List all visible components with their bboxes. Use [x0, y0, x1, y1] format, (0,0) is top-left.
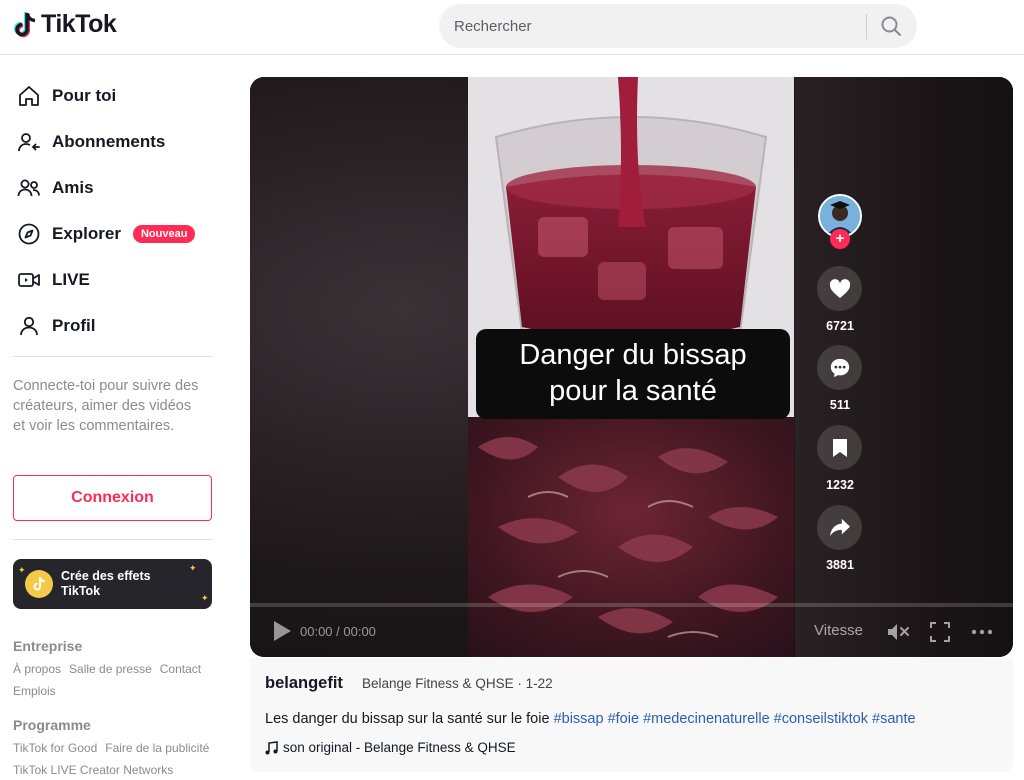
footer-link[interactable]: Salle de presse	[69, 658, 152, 680]
share-icon	[829, 518, 850, 536]
profile-icon	[16, 313, 42, 339]
search-icon	[881, 16, 901, 36]
compass-icon	[16, 221, 42, 247]
share-count: 3881	[826, 558, 854, 572]
footer-links-programme: TikTok for Good Faire de la publicité Ti…	[13, 737, 218, 780]
time-display: 00:00 / 00:00	[300, 624, 376, 639]
footer-link[interactable]: Faire de la publicité	[105, 737, 209, 759]
home-icon	[16, 83, 42, 109]
sidebar-divider	[13, 539, 212, 540]
fullscreen-button[interactable]	[930, 622, 950, 647]
footer-link[interactable]: À propos	[13, 658, 61, 680]
comment-button[interactable]	[817, 345, 862, 390]
sound-title: son original - Belange Fitness & QHSE	[283, 740, 516, 755]
sparkle-icon: ✦	[189, 563, 197, 573]
fullscreen-icon	[930, 622, 950, 642]
hashtag-link[interactable]: #foie	[608, 711, 639, 727]
sidebar-item-abonnements[interactable]: Abonnements	[10, 123, 215, 161]
footer-link[interactable]: TikTok for Good	[13, 737, 97, 759]
bookmark-icon	[832, 438, 847, 457]
author-nickname-date: Belange Fitness & QHSE · 1-22	[362, 676, 553, 691]
progress-bar[interactable]	[250, 603, 1013, 607]
sidebar-item-label: LIVE	[52, 270, 90, 289]
sidebar-item-label: Explorer	[52, 224, 121, 243]
hashtag-link[interactable]: #medecinenaturelle	[643, 711, 770, 727]
more-options-button[interactable]	[971, 622, 993, 647]
sidebar-item-profil[interactable]: Profil	[10, 307, 215, 345]
bookmark-button[interactable]	[817, 425, 862, 470]
description-text: Les danger du bissap sur la santé sur le…	[265, 711, 554, 727]
following-icon	[16, 129, 42, 155]
hashtag-link[interactable]: #sante	[872, 711, 916, 727]
video-text-overlay: Danger du bissap pour la santé	[476, 329, 790, 419]
comment-count: 511	[829, 398, 851, 412]
footer-title-entreprise: Entreprise	[13, 638, 83, 654]
tiktok-logo[interactable]: TikTok	[12, 10, 117, 39]
create-effects-banner[interactable]: ✦ ✦ ✦ Crée des effets TikTok	[13, 559, 212, 609]
music-note-icon	[265, 740, 278, 754]
search-input[interactable]	[454, 4, 864, 48]
play-button[interactable]	[272, 620, 292, 647]
sidebar-item-explorer[interactable]: Explorer Nouveau	[10, 215, 215, 253]
sidebar-item-pour-toi[interactable]: Pour toi	[10, 77, 215, 115]
footer-links-entreprise: À propos Salle de presse Contact Emplois	[13, 658, 218, 702]
sidebar-item-amis[interactable]: Amis	[10, 169, 215, 207]
video-frame[interactable]: Danger du bissap pour la santé	[468, 77, 794, 657]
create-effects-line1: Crée des effets	[61, 569, 151, 583]
like-button[interactable]	[817, 266, 862, 311]
post-info: belangefit Belange Fitness & QHSE · 1-22…	[250, 658, 1013, 772]
author-username[interactable]: belangefit	[265, 674, 343, 693]
comment-icon	[830, 358, 849, 377]
heart-icon	[829, 278, 850, 298]
footer-link[interactable]: Contact	[160, 658, 201, 680]
new-badge: Nouveau	[132, 225, 196, 243]
live-camera-icon	[16, 267, 42, 293]
create-effects-line2: TikTok	[61, 584, 101, 598]
follow-plus-button[interactable]: +	[830, 229, 850, 249]
footer-link[interactable]: TikTok LIVE Creator Networks	[13, 759, 173, 780]
play-icon	[274, 621, 291, 641]
sidebar-item-label: Abonnements	[52, 132, 166, 151]
hashtag-link[interactable]: #bissap	[554, 711, 604, 727]
friends-icon	[16, 175, 42, 201]
login-hint-text: Connecte-toi pour suivre des créateurs, …	[13, 378, 199, 434]
top-header: TikTok	[0, 0, 1024, 55]
overlay-line-1: Danger du bissap	[519, 339, 747, 371]
sidebar: Pour toi Abonnements Amis Explorer Nouve…	[0, 56, 225, 780]
share-button[interactable]	[817, 505, 862, 550]
muted-speaker-icon	[888, 624, 909, 640]
sidebar-item-label: Profil	[52, 316, 96, 335]
speed-button[interactable]: Vitesse	[814, 622, 863, 639]
more-icon	[971, 629, 993, 635]
sound-link[interactable]: son original - Belange Fitness & QHSE	[265, 740, 516, 755]
video-player[interactable]: Danger du bissap pour la santé + 6721 51…	[250, 77, 1013, 657]
search-divider	[866, 14, 867, 39]
post-description: Les danger du bissap sur la santé sur le…	[265, 711, 916, 727]
footer-title-programme: Programme	[13, 717, 91, 733]
sidebar-divider	[13, 356, 212, 357]
sidebar-item-label: Pour toi	[52, 86, 117, 105]
sidebar-item-live[interactable]: LIVE	[10, 261, 215, 299]
footer-link[interactable]: Emplois	[13, 680, 56, 702]
sparkle-icon: ✦	[201, 593, 209, 603]
search-bar	[439, 4, 917, 48]
login-button[interactable]: Connexion	[13, 475, 212, 521]
create-effects-text: Crée des effets TikTok	[61, 569, 151, 599]
like-count: 6721	[826, 319, 854, 333]
logo-wordmark: TikTok	[41, 10, 117, 38]
tiktok-coin-icon	[25, 570, 53, 598]
bookmark-count: 1232	[826, 478, 854, 492]
hashtag-link[interactable]: #conseilstiktok	[774, 711, 868, 727]
tiktok-note-icon	[14, 11, 36, 37]
sidebar-item-label: Amis	[52, 178, 94, 197]
sparkle-icon: ✦	[18, 565, 26, 575]
search-button[interactable]	[871, 9, 911, 43]
mute-button[interactable]	[887, 622, 911, 647]
overlay-line-2: pour la santé	[549, 375, 717, 407]
